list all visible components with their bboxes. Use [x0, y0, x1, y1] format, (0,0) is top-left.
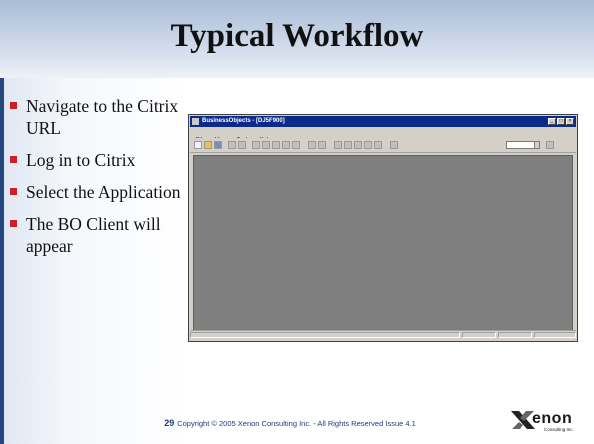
drill-icon[interactable] — [374, 141, 382, 149]
save-icon[interactable] — [214, 141, 222, 149]
bullet-text: The BO Client will appear — [26, 214, 161, 256]
xenon-logo: enon Consulting Inc. — [510, 410, 582, 436]
close-button[interactable]: × — [566, 118, 574, 125]
table-icon[interactable] — [334, 141, 342, 149]
undo-icon[interactable] — [308, 141, 316, 149]
filter-icon[interactable] — [354, 141, 362, 149]
preview-icon[interactable] — [238, 141, 246, 149]
bullet-square-icon — [10, 102, 17, 109]
copy-icon[interactable] — [262, 141, 270, 149]
redo-icon[interactable] — [318, 141, 326, 149]
bo-client-window: BusinessObjects - [DJ5F900] _ □ × File V… — [188, 114, 578, 342]
minimize-button[interactable]: _ — [548, 118, 556, 125]
footer: 29 Copyright © 2005 Xenon Consulting Inc.… — [100, 418, 480, 428]
app-icon — [192, 118, 199, 125]
status-segment — [534, 332, 576, 338]
zoom-dropdown-button[interactable] — [534, 141, 540, 149]
bullet-text: Select the Application — [26, 182, 181, 202]
status-segment — [190, 332, 460, 338]
bullet-item: Select the Application — [10, 181, 190, 203]
bullet-text: Navigate to the Citrix URL — [26, 96, 179, 138]
window-controls: _ □ × — [548, 118, 574, 125]
logo-tagline: Consulting Inc. — [544, 427, 574, 432]
logo-word: enon — [532, 410, 573, 427]
copyright-text: Copyright © 2005 Xenon Consulting Inc. -… — [177, 419, 416, 428]
workspace-area — [193, 155, 573, 331]
bullet-item: The BO Client will appear — [10, 213, 190, 257]
zoom-icon[interactable] — [390, 141, 398, 149]
help-icon[interactable] — [546, 141, 554, 149]
maximize-button[interactable]: □ — [557, 118, 565, 125]
format-icon[interactable] — [292, 141, 300, 149]
status-bar — [190, 330, 576, 340]
chart-icon[interactable] — [344, 141, 352, 149]
slide-title: Typical Workflow — [170, 18, 424, 54]
bullet-item: Navigate to the Citrix URL — [10, 95, 190, 139]
window-titlebar: BusinessObjects - [DJ5F900] _ □ × — [190, 116, 576, 127]
bullet-list: Navigate to the Citrix URL Log in to Cit… — [10, 95, 190, 267]
bullet-square-icon — [10, 156, 17, 163]
sort-icon[interactable] — [364, 141, 372, 149]
menu-bar: File View Tools Help — [190, 128, 576, 143]
left-rule — [0, 78, 4, 444]
delete-icon[interactable] — [282, 141, 290, 149]
new-icon[interactable] — [194, 141, 202, 149]
toolbar — [190, 138, 576, 153]
page-number: 29 — [164, 418, 175, 428]
slide: Typical Workflow Navigate to the Citrix … — [0, 0, 594, 444]
bullet-item: Log in to Citrix — [10, 149, 190, 171]
status-segment — [498, 332, 532, 338]
window-title: BusinessObjects - [DJ5F900] — [202, 118, 285, 124]
print-icon[interactable] — [228, 141, 236, 149]
cut-icon[interactable] — [252, 141, 260, 149]
paste-icon[interactable] — [272, 141, 280, 149]
bullet-text: Log in to Citrix — [26, 150, 136, 170]
bullet-square-icon — [10, 220, 17, 227]
status-segment — [462, 332, 496, 338]
open-icon[interactable] — [204, 141, 212, 149]
bullet-square-icon — [10, 188, 17, 195]
